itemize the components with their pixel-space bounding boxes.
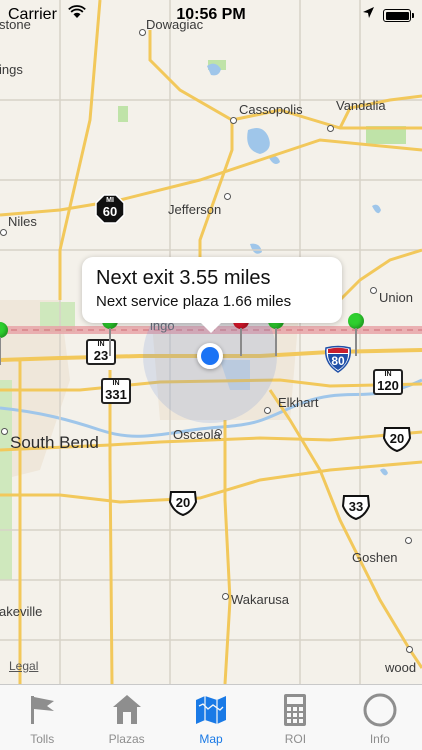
town-dot (264, 407, 271, 414)
in-120-shield: IN 120 (373, 369, 403, 395)
user-location-dot[interactable] (197, 343, 223, 369)
next-exit-callout[interactable]: Next exit 3.55 miles Next service plaza … (82, 257, 342, 333)
tab-map[interactable]: Map (169, 685, 253, 750)
map-view[interactable]: stone Dowagiac ings Cassopolis Vandalia … (0, 0, 422, 684)
flag-icon (31, 696, 55, 724)
toll-plaza-pin[interactable] (0, 322, 9, 366)
callout-subtitle: Next service plaza 1.66 miles (96, 293, 292, 310)
tab-label: ROI (284, 732, 307, 746)
map-icon (196, 696, 227, 724)
town-dot (405, 537, 412, 544)
tab-label: Tolls (30, 732, 55, 746)
town-label: Union (379, 290, 413, 305)
tab-label: Map (199, 732, 223, 746)
town-label: Osceola (173, 427, 221, 442)
tab-roi[interactable]: ROI (253, 685, 337, 750)
calculator-icon (284, 694, 307, 726)
mi-60-shield: MI 60 (95, 194, 125, 224)
tab-label: Info (369, 732, 390, 746)
town-dot (224, 193, 231, 200)
tab-info[interactable]: Info (338, 685, 422, 750)
house-icon (112, 695, 141, 724)
town-label: Goshen (352, 550, 398, 565)
tab-plazas[interactable]: Plazas (84, 685, 168, 750)
callout-title: Next exit 3.55 miles (96, 267, 271, 289)
us-33-shield: 33 (341, 494, 371, 520)
town-label: ings (0, 62, 23, 77)
town-label: South Bend (10, 433, 99, 452)
us-20-shield: 20 (382, 426, 412, 452)
screen: stone Dowagiac ings Cassopolis Vandalia … (0, 0, 422, 750)
town-label: Wakarusa (231, 592, 290, 607)
tab-label: Plazas (108, 732, 145, 746)
town-label: Vandalia (336, 98, 386, 113)
legal-link[interactable]: Legal (9, 659, 38, 673)
tab-tolls[interactable]: Tolls (0, 685, 84, 750)
town-dot (222, 593, 229, 600)
town-dot (370, 287, 377, 294)
town-label: Elkhart (278, 395, 319, 410)
status-time: 10:56 PM (176, 6, 246, 23)
tab-bar: Tolls Plazas Map ROI Info (0, 684, 422, 750)
us-20-shield: 20 (168, 490, 198, 516)
status-bar: Carrier 10:56 PM (0, 0, 422, 30)
town-dot (230, 117, 237, 124)
toll-plaza-pin[interactable] (347, 313, 365, 357)
location-arrow-icon (362, 6, 375, 24)
in-331-shield: IN 331 (101, 378, 131, 404)
battery-icon (383, 9, 414, 22)
town-label: Jefferson (168, 202, 222, 217)
town-dot (1, 428, 8, 435)
town-label: Cassopolis (239, 102, 303, 117)
town-dot (139, 29, 146, 36)
town-label: akeville (0, 604, 43, 619)
town-dot (327, 125, 334, 132)
town-dot (0, 229, 7, 236)
town-dot (406, 646, 413, 653)
circle-icon (363, 693, 397, 727)
town-label: wood (385, 660, 417, 675)
town-label: Niles (8, 214, 37, 229)
